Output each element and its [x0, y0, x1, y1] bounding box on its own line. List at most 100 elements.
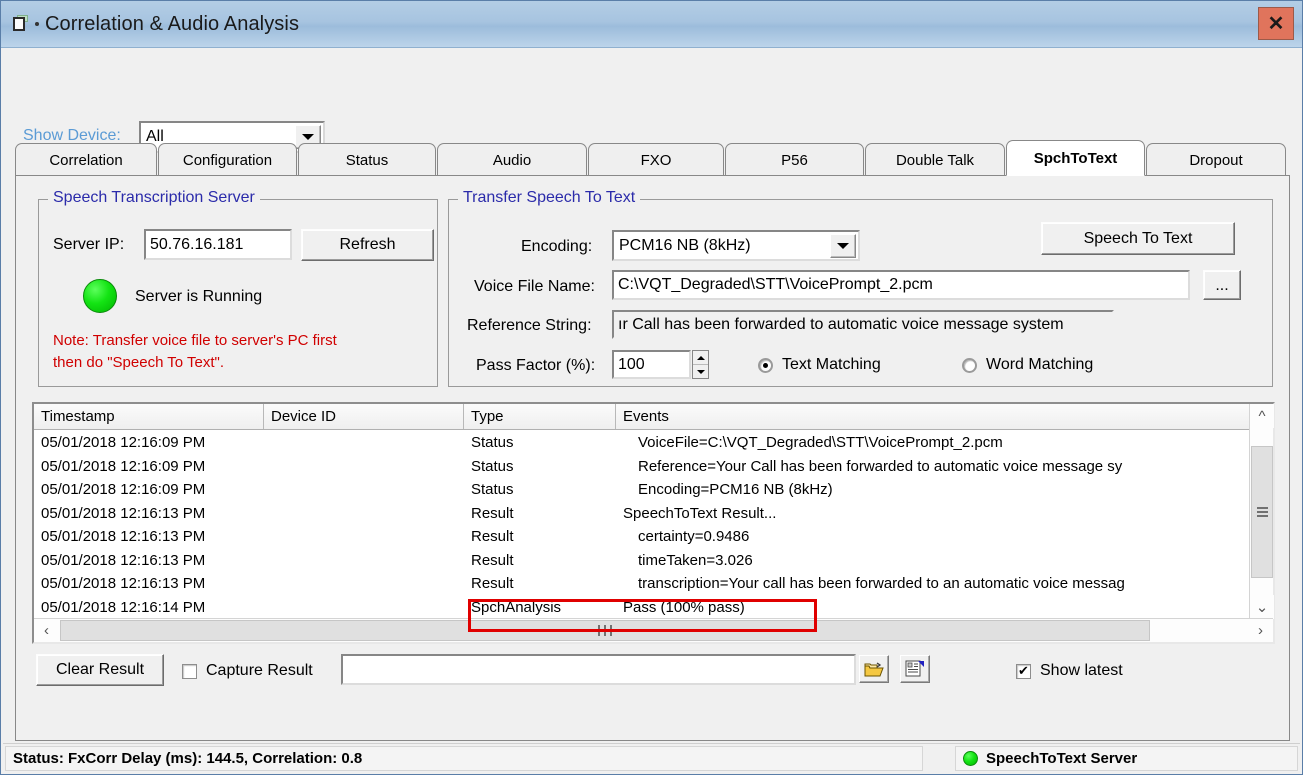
tab-p56[interactable]: P56 — [725, 143, 864, 176]
cell-type: Status — [471, 434, 514, 452]
app-document-icon — [11, 14, 31, 34]
listview-horizontal-scrollbar[interactable]: ‹ › — [34, 618, 1273, 642]
tab-double-talk[interactable]: Double Talk — [865, 143, 1005, 176]
speech-transcription-server-group: Speech Transcription Server Server IP: 5… — [38, 189, 438, 387]
radio-indicator-text-matching[interactable] — [758, 357, 773, 373]
server-ip-input[interactable]: 50.76.16.181 — [144, 229, 292, 260]
cell-type: Result — [471, 551, 514, 569]
tab-panel-spchtotext: Speech Transcription Server Server IP: 5… — [15, 175, 1290, 741]
cell-timestamp: 05/01/2018 12:16:13 PM — [41, 551, 206, 569]
table-row[interactable]: 05/01/2018 12:16:13 PM Result certainty=0.… — [34, 525, 1253, 549]
reference-string-value: ır Call has been forwarded to automatic … — [618, 315, 1064, 333]
report-properties-icon[interactable] — [900, 655, 930, 683]
table-row[interactable]: 05/01/2018 12:16:09 PM Status VoiceFile=C:… — [34, 431, 1253, 455]
status-right-text: SpeechToText Server — [986, 750, 1138, 767]
open-folder-icon[interactable] — [859, 655, 889, 683]
encoding-select[interactable]: PCM16 NB (8kHz) — [612, 230, 860, 261]
column-header-device-id[interactable]: Device ID — [264, 404, 464, 429]
show-device-row: Show Device: All — [1, 49, 1302, 153]
cell-events: Encoding=PCM16 NB (8kHz) — [638, 481, 833, 499]
pass-factor-value: 100 — [618, 355, 645, 373]
column-header-label: Events — [623, 408, 669, 425]
column-header-events[interactable]: Events — [616, 404, 1253, 429]
stepper-up-icon[interactable] — [693, 351, 708, 365]
pass-factor-input[interactable]: 100 — [612, 350, 691, 379]
cell-timestamp: 05/01/2018 12:16:14 PM — [41, 598, 206, 616]
voice-file-name-label: Voice File Name: — [474, 278, 595, 295]
server-note-line2: then do "Speech To Text". — [53, 354, 225, 371]
clear-result-button[interactable]: Clear Result — [36, 654, 164, 686]
reference-string-input[interactable]: ır Call has been forwarded to automatic … — [612, 310, 1114, 339]
listview-rows: 05/01/2018 12:16:09 PM Status VoiceFile=C:… — [34, 431, 1253, 619]
encoding-label: Encoding: — [521, 238, 593, 255]
open-folder-glyph — [864, 661, 884, 676]
transfer-speech-to-text-group: Transfer Speech To Text Encoding: PCM16 … — [448, 189, 1273, 387]
tab-status[interactable]: Status — [298, 143, 436, 176]
server-status-led — [83, 279, 117, 313]
tab-label: SpchToText — [1033, 149, 1118, 167]
column-header-type[interactable]: Type — [464, 404, 616, 429]
scroll-down-icon[interactable]: ⌄ — [1250, 595, 1274, 619]
tab-spchtotext[interactable]: SpchToText — [1006, 140, 1145, 176]
tab-fxo[interactable]: FXO — [588, 143, 724, 176]
scroll-up-icon[interactable]: ^ — [1250, 404, 1274, 428]
tab-configuration[interactable]: Configuration — [158, 143, 297, 176]
table-row[interactable]: 05/01/2018 12:16:09 PM Status Reference=Yo… — [34, 455, 1253, 479]
vertical-scroll-thumb[interactable] — [1251, 446, 1273, 578]
scroll-left-icon[interactable]: ‹ — [34, 619, 59, 642]
cell-timestamp: 05/01/2018 12:16:09 PM — [41, 481, 206, 499]
grip-icon — [1256, 505, 1268, 519]
status-right-pane: SpeechToText Server — [955, 746, 1298, 771]
tab-label: Correlation — [49, 151, 123, 169]
table-row[interactable]: 05/01/2018 12:16:09 PM Status Encoding=PCM… — [34, 478, 1253, 502]
title-bar: Correlation & Audio Analysis ✕ — [1, 1, 1302, 48]
cell-events: Reference=Your Call has been forwarded t… — [638, 457, 1123, 475]
horizontal-scroll-thumb[interactable] — [60, 620, 1150, 641]
table-row[interactable]: 05/01/2018 12:16:14 PM SpchAnalysis Pass (… — [34, 596, 1253, 620]
report-properties-glyph — [905, 660, 924, 677]
capture-result-checkbox[interactable]: Capture Result — [182, 662, 313, 680]
encoding-value: PCM16 NB (8kHz) — [619, 236, 751, 254]
refresh-button[interactable]: Refresh — [301, 229, 434, 261]
cell-events: certainty=0.9486 — [638, 528, 750, 546]
table-row[interactable]: 05/01/2018 12:16:13 PM Result SpeechToText… — [34, 502, 1253, 526]
radio-indicator-word-matching[interactable] — [962, 357, 977, 373]
voice-file-name-value: C:\VQT_Degraded\STT\VoicePrompt_2.pcm — [618, 276, 933, 293]
close-icon[interactable]: ✕ — [1258, 7, 1294, 40]
tab-label: Dropout — [1189, 151, 1243, 169]
listview-vertical-scrollbar[interactable]: ^ ⌄ — [1249, 404, 1274, 619]
voice-file-name-input[interactable]: C:\VQT_Degraded\STT\VoicePrompt_2.pcm — [612, 270, 1190, 300]
chevron-down-icon[interactable] — [830, 234, 856, 258]
table-row[interactable]: 05/01/2018 12:16:13 PM Result transcriptio… — [34, 572, 1253, 596]
tab-correlation[interactable]: Correlation — [15, 143, 157, 176]
column-header-timestamp[interactable]: Timestamp — [34, 404, 264, 429]
show-latest-checkbox[interactable]: Show latest — [1016, 662, 1123, 680]
server-ip-label: Server IP: — [53, 236, 125, 253]
table-row[interactable]: 05/01/2018 12:16:13 PM Result timeTaken=3.… — [34, 549, 1253, 573]
tab-dropout[interactable]: Dropout — [1146, 143, 1286, 176]
browse-button[interactable]: ... — [1203, 270, 1241, 300]
events-listview[interactable]: Timestamp Device ID Type Events 05/01/2018 … — [32, 402, 1275, 644]
checkbox-indicator-show-latest[interactable] — [1016, 663, 1031, 679]
tab-audio[interactable]: Audio — [437, 143, 587, 176]
cell-type: SpchAnalysis — [471, 598, 562, 616]
server-ip-value: 50.76.16.181 — [150, 235, 244, 253]
column-header-label: Device ID — [271, 408, 337, 425]
stepper-down-icon[interactable] — [693, 365, 708, 378]
grip-icon — [596, 625, 614, 636]
cell-timestamp: 05/01/2018 12:16:13 PM — [41, 575, 206, 593]
radio-word-matching[interactable]: Word Matching — [962, 356, 1093, 374]
listview-header: Timestamp Device ID Type Events — [34, 404, 1253, 430]
server-status-text: Server is Running — [135, 288, 263, 305]
checkbox-indicator-capture-result[interactable] — [182, 663, 197, 679]
speech-to-text-button[interactable]: Speech To Text — [1041, 222, 1235, 255]
tab-label: Status — [345, 151, 389, 169]
cell-type: Status — [471, 481, 514, 499]
tab-label: P56 — [781, 151, 808, 169]
pass-factor-stepper[interactable] — [692, 350, 709, 379]
status-left-text: Status: FxCorr Delay (ms): 144.5, Correl… — [13, 750, 363, 767]
scroll-right-icon[interactable]: › — [1248, 619, 1273, 642]
capture-path-input[interactable] — [341, 654, 856, 685]
cell-type: Result — [471, 504, 514, 522]
radio-text-matching[interactable]: Text Matching — [758, 356, 881, 374]
